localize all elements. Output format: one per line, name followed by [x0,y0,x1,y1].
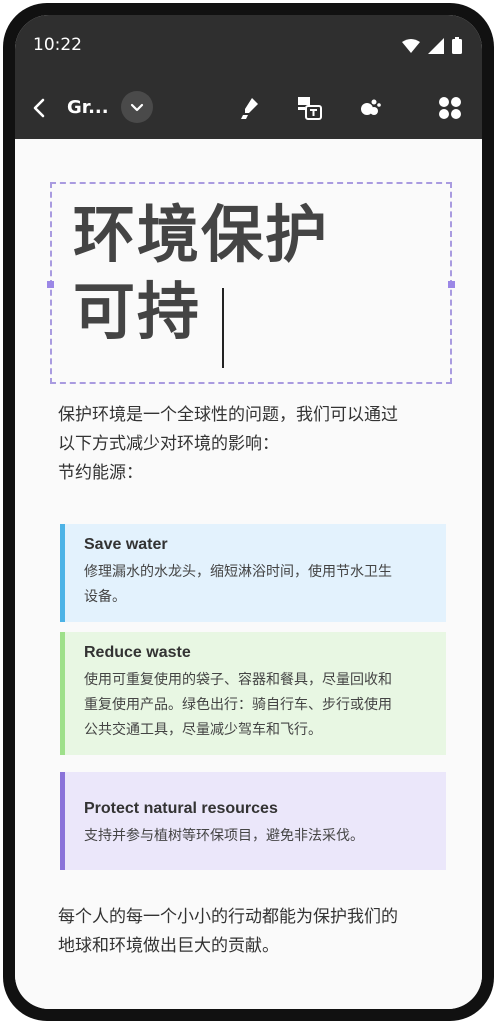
card-title: Save water [84,536,168,553]
card-line: 设备。 [84,589,126,605]
battery-icon [452,37,462,54]
signal-icon [428,37,444,54]
card-text: 支持并参与植树等环保项目，避免非法采伐。 [84,824,432,849]
card-line: 修理漏水的水龙头，缩短淋浴时间，使用节水卫生 [84,564,392,580]
title-line-1: 环境保护 [73,198,330,271]
resize-handle-left[interactable] [47,281,54,288]
card-protect-resources[interactable]: Protect natural resources 支持并参与植树等环保项目，避… [60,772,446,870]
title-line-2: 可持 [73,275,202,348]
back-arrow-icon[interactable] [27,95,53,121]
apps-grid-icon [439,97,461,119]
card-accent-bar [60,772,65,870]
title-dropdown-button[interactable] [121,91,153,123]
card-line: 公共交通工具，尽量减少驾车和飞行。 [84,722,322,738]
card-reduce-waste[interactable]: Reduce waste 使用可重复使用的袋子、容器和餐具，尽量回收和 重复使用… [60,632,446,755]
sticker-button[interactable] [355,93,385,123]
text-format-icon [298,97,322,120]
chevron-down-icon [130,103,144,112]
resize-handle-right[interactable] [448,281,455,288]
highlighter-icon [241,98,258,119]
card-text: 使用可重复使用的袋子、容器和餐具，尽量回收和 重复使用产品。绿色出行：骑自行车、… [84,668,432,743]
intro-line: 保护环境是一个全球性的问题，我们可以通过 [58,405,398,425]
phone-frame: 10:22 Gr... 环境保护 可持 保护环境是一个全球性的问题，我们可以通过… [3,3,494,1021]
intro-line: 节约能源： [58,463,143,483]
text-format-button[interactable] [295,93,325,123]
status-icons [402,37,462,54]
status-time: 10:22 [33,35,82,55]
closing-line: 地球和环境做出巨大的贡献。 [58,936,279,956]
status-bar: 10:22 [15,15,482,77]
intro-line: 以下方式减少对环境的影响： [58,434,279,454]
wifi-icon [402,38,420,53]
sticker-icon [361,99,381,115]
document-canvas[interactable]: 环境保护 可持 保护环境是一个全球性的问题，我们可以通过 以下方式减少对环境的影… [15,139,482,1009]
top-toolbar: Gr... [15,77,482,139]
closing-line: 每个人的每一个小小的行动都能为保护我们的 [58,907,398,927]
screen: 10:22 Gr... 环境保护 可持 保护环境是一个全球性的问题，我们可以通过… [15,15,482,1009]
title-text-box[interactable]: 环境保护 可持 [47,182,455,384]
card-text: 修理漏水的水龙头，缩短淋浴时间，使用节水卫生 设备。 [84,560,432,610]
card-title: Reduce waste [84,644,191,661]
card-title: Protect natural resources [84,800,278,817]
card-accent-bar [60,632,65,755]
document-title[interactable]: Gr... [67,97,109,118]
highlighter-button[interactable] [235,93,265,123]
card-accent-bar [60,524,65,622]
card-line: 支持并参与植树等环保项目，避免非法采伐。 [84,828,364,844]
card-line: 重复使用产品。绿色出行：骑自行车、步行或使用 [84,697,392,713]
closing-paragraph[interactable]: 每个人的每一个小小的行动都能为保护我们的 地球和环境做出巨大的贡献。 [58,903,398,961]
intro-paragraph[interactable]: 保护环境是一个全球性的问题，我们可以通过 以下方式减少对环境的影响： 节约能源： [58,401,398,488]
card-save-water[interactable]: Save water 修理漏水的水龙头，缩短淋浴时间，使用节水卫生 设备。 [60,524,446,622]
card-line: 使用可重复使用的袋子、容器和餐具，尽量回收和 [84,672,392,688]
apps-button[interactable] [435,93,465,123]
text-cursor [222,288,224,368]
